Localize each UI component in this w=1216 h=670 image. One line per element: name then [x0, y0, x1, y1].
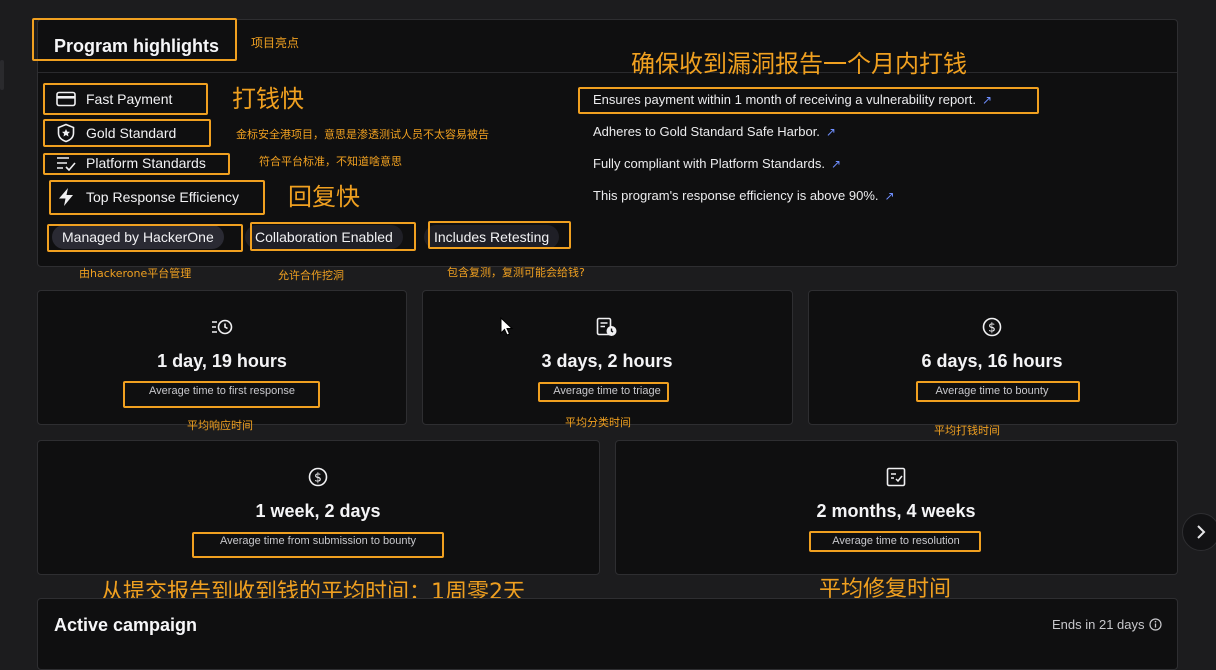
svg-text:$: $ [988, 321, 996, 335]
annotation-fast-payment: 打钱快 [232, 85, 304, 113]
panel-divider [38, 72, 1177, 73]
svg-text:$: $ [314, 471, 322, 485]
annotation-box-stat-triage [538, 382, 669, 402]
annotation-pill-collab: 允许合作挖洞 [278, 269, 344, 282]
annotation-box-stat-submission [192, 532, 444, 558]
annotation-stat-first-response: 平均响应时间 [187, 419, 253, 432]
stat-value: 3 days, 2 hours [541, 351, 673, 371]
external-link-icon[interactable]: ↗ [826, 125, 836, 139]
annotation-box-platform-standards [43, 153, 230, 175]
annotation-pill-retest: 包含复测，复测可能会给钱? [447, 266, 585, 279]
annotation-box-stat-resolution [809, 531, 981, 552]
annotation-box-stat-bounty [916, 381, 1080, 402]
annotation-pill-managed: 由hackerone平台管理 [79, 267, 192, 280]
checklist-icon [886, 467, 906, 487]
annotation-box-top-response [49, 180, 265, 215]
stat-value: 2 months, 4 weeks [816, 501, 976, 521]
annotation-platform-standards: 符合平台标准，不知道啥意思 [259, 155, 402, 168]
annotation-stat-triage: 平均分类时间 [565, 416, 631, 429]
chevron-right-icon [1197, 525, 1206, 539]
stat-value: 1 week, 2 days [255, 501, 381, 521]
desc-platform-standards: Fully compliant with Platform Standards.… [593, 156, 841, 171]
active-campaign-panel [37, 598, 1178, 670]
scroll-indicator [0, 60, 4, 90]
campaign-title: Active campaign [54, 615, 198, 635]
carousel-next-button[interactable] [1182, 513, 1216, 551]
list-clock-icon [212, 319, 233, 335]
annotation-desc: 确保收到漏洞报告一个月内打钱 [631, 50, 967, 78]
stat-value: 1 day, 19 hours [157, 351, 287, 371]
annotation-box-title [32, 18, 237, 61]
dollar-icon: $ [982, 317, 1002, 337]
external-link-icon[interactable]: ↗ [885, 189, 895, 203]
desc-gold-standard: Adheres to Gold Standard Safe Harbor. ↗ [593, 124, 836, 139]
annotation-box-stat-first-response [123, 381, 320, 408]
annotation-box-pill-collab [250, 222, 416, 251]
annotation-box-gold-standard [43, 119, 211, 147]
annotation-stat-bounty: 平均打钱时间 [934, 424, 1000, 437]
annotation-box-pill-managed [47, 224, 243, 252]
campaign-ends: Ends in 21 days [1052, 617, 1162, 632]
desc-top-response: This program's response efficiency is ab… [593, 188, 895, 203]
dollar-icon: $ [308, 467, 328, 487]
annotation-box-pill-retest [428, 221, 571, 249]
annotation-gold-standard: 金标安全港项目，意思是渗透测试人员不太容易被告 [236, 128, 489, 141]
annotation-box-fast-payment [43, 83, 208, 115]
mouse-cursor [500, 317, 514, 336]
annotation-box-desc [578, 87, 1039, 114]
external-link-icon[interactable]: ↗ [831, 157, 841, 171]
annotation-title: 项目亮点 [251, 36, 300, 50]
info-icon[interactable] [1148, 618, 1162, 631]
doc-clock-icon [596, 317, 617, 336]
stat-value: 6 days, 16 hours [921, 351, 1063, 371]
annotation-top-response: 回复快 [288, 183, 360, 211]
